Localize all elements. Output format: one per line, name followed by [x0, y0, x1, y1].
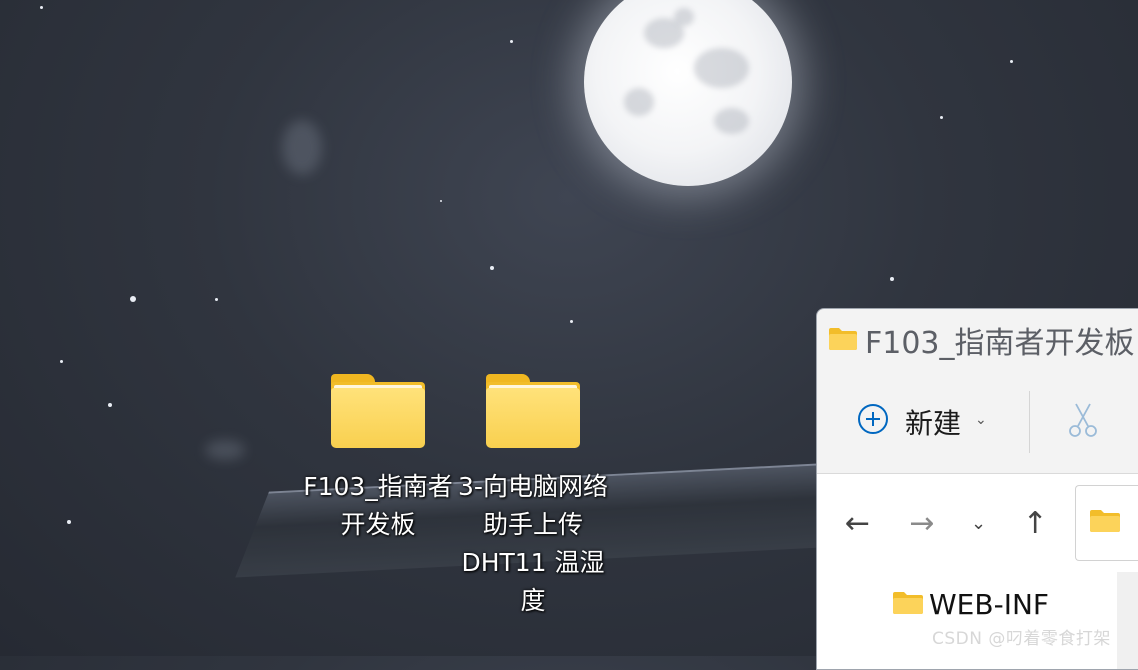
desktop-folder-f103[interactable]: F103_指南者开发板: [302, 374, 454, 544]
cut-icon[interactable]: [1068, 402, 1098, 442]
recent-locations-chevron-icon[interactable]: ⌄: [950, 513, 1007, 534]
list-item[interactable]: WEB-INF: [893, 588, 1049, 621]
navigation-bar: ← → ⌄ ↑: [817, 474, 1138, 572]
watermark-text: CSDN @叼着零食打架: [932, 629, 1111, 649]
folder-icon: [486, 374, 580, 450]
new-button[interactable]: 新建 ⌄: [857, 402, 987, 442]
title-bar[interactable]: F103_指南者开发板: [817, 309, 1138, 371]
up-arrow-icon[interactable]: ↑: [1007, 506, 1064, 541]
desktop-folder-label: F103_指南者开发板: [303, 472, 453, 539]
list-item-label: WEB-INF: [929, 588, 1049, 621]
plus-circle-icon: [857, 403, 889, 442]
vertical-scrollbar[interactable]: [1117, 572, 1138, 669]
moon-image: [584, 0, 792, 186]
desktop-folder-dht11-upload[interactable]: 3-向电脑网络助手上传DHT11 温湿度: [457, 374, 609, 620]
command-bar: 新建 ⌄: [817, 371, 1138, 474]
window-title: F103_指南者开发板: [865, 326, 1135, 361]
forward-arrow-icon[interactable]: →: [894, 506, 951, 541]
folder-icon: [893, 588, 923, 621]
file-explorer-window[interactable]: F103_指南者开发板 新建 ⌄ ← → ⌄ ↑ WEB-INF: [816, 308, 1138, 670]
folder-icon: [829, 323, 857, 358]
back-arrow-icon[interactable]: ←: [829, 506, 886, 541]
folder-icon: [1090, 510, 1121, 536]
file-list: WEB-INF: [817, 572, 1138, 669]
desktop-folder-label: 3-向电脑网络助手上传DHT11 温湿度: [458, 472, 608, 615]
folder-icon: [331, 374, 425, 450]
toolbar-divider: [1028, 391, 1030, 453]
new-button-label: 新建: [905, 407, 962, 440]
address-bar[interactable]: [1075, 485, 1138, 561]
chevron-down-icon: ⌄: [975, 412, 987, 428]
